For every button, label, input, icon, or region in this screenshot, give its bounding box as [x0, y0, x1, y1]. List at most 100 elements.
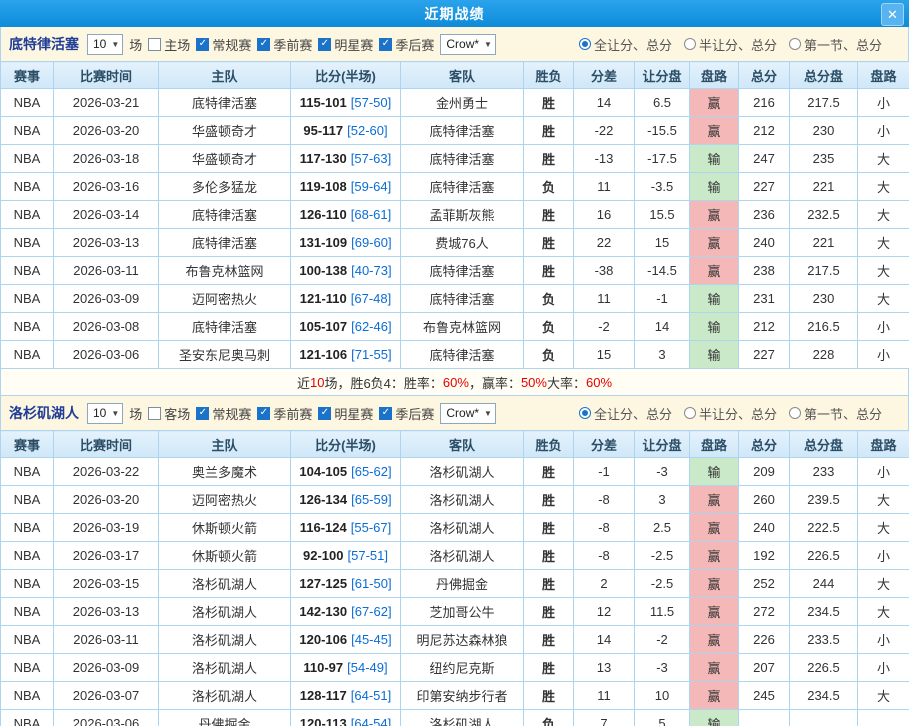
- total-result-cell: 大: [858, 682, 909, 710]
- date-cell: 2026-03-11: [54, 257, 159, 285]
- filter-checkbox-allstar[interactable]: ✓明星赛: [318, 35, 373, 54]
- date-cell: 2026-03-15: [54, 570, 159, 598]
- final-score: 105-107: [299, 319, 347, 334]
- total-result-cell: 小: [858, 313, 909, 341]
- final-score: 95-117: [303, 123, 343, 138]
- home-team-cell: 迈阿密热火: [159, 285, 291, 313]
- handicap-result-cell: 赢: [690, 570, 739, 598]
- home-team-cell: 奥兰多魔术: [159, 458, 291, 486]
- away-team-cell: 洛杉矶湖人: [401, 486, 524, 514]
- handicap-result-cell: 输: [690, 458, 739, 486]
- result-cell: 胜: [524, 654, 574, 682]
- result-cell: 负: [524, 710, 574, 726]
- handicap-cell: 5: [635, 710, 690, 726]
- half-score: [57-63]: [351, 151, 391, 166]
- bookmaker-select[interactable]: Crow*▼: [440, 403, 496, 424]
- result-cell: 胜: [524, 542, 574, 570]
- result-cell: 负: [524, 285, 574, 313]
- column-header: 总分: [739, 431, 790, 458]
- table-row: NBA2026-03-16多伦多猛龙119-108[59-64]底特律活塞负11…: [1, 173, 909, 201]
- total-result-cell: 小: [858, 542, 909, 570]
- score-cell: 110-97[54-49]: [291, 654, 401, 682]
- column-header: 分差: [574, 431, 635, 458]
- filter-checkbox-venue[interactable]: 客场: [148, 404, 190, 423]
- radio-icon: [684, 407, 696, 419]
- league-cell: NBA: [1, 458, 54, 486]
- filter-checkbox-allstar[interactable]: ✓明星赛: [318, 404, 373, 423]
- away-team-cell: 底特律活塞: [401, 341, 524, 369]
- diff-cell: -8: [574, 542, 635, 570]
- radio-half-handicap-total[interactable]: 半让分、总分: [684, 404, 777, 423]
- handicap-result-cell: 赢: [690, 486, 739, 514]
- table-row: NBA2026-03-15洛杉矶湖人127-125[61-50]丹佛掘金胜2-2…: [1, 570, 909, 598]
- radio-half-handicap-total[interactable]: 半让分、总分: [684, 35, 777, 54]
- date-cell: 2026-03-06: [54, 710, 159, 726]
- close-button[interactable]: ✕: [881, 3, 904, 26]
- games-count-suffix: 场: [129, 35, 142, 54]
- final-score: 110-97: [303, 660, 343, 675]
- score-cell: 119-108[59-64]: [291, 173, 401, 201]
- league-cell: NBA: [1, 89, 54, 117]
- radio-first-quarter-total[interactable]: 第一节、总分: [789, 404, 882, 423]
- total-line-cell: 230: [790, 285, 858, 313]
- total-cell: 260: [739, 486, 790, 514]
- score-cell: 128-117[64-51]: [291, 682, 401, 710]
- chevron-down-icon: ▼: [484, 40, 492, 49]
- handicap-cell: -3: [635, 654, 690, 682]
- radio-full-handicap-total[interactable]: 全让分、总分: [579, 35, 672, 54]
- team-name: 底特律活塞: [9, 34, 79, 54]
- table-header-row: 赛事比赛时间主队比分(半场)客队胜负分差让分盘盘路总分总分盘盘路: [1, 431, 909, 458]
- bookmaker-select[interactable]: Crow*▼: [440, 34, 496, 55]
- date-cell: 2026-03-17: [54, 542, 159, 570]
- radio-full-handicap-total[interactable]: 全让分、总分: [579, 404, 672, 423]
- filter-checkbox-regular-season[interactable]: ✓常规赛: [196, 35, 251, 54]
- games-count-select[interactable]: 10▼: [87, 403, 123, 424]
- column-header: 分差: [574, 62, 635, 89]
- checkbox-icon: ✓: [318, 407, 331, 420]
- total-line-cell: 244: [790, 570, 858, 598]
- handicap-cell: -2.5: [635, 570, 690, 598]
- score-cell: 127-125[61-50]: [291, 570, 401, 598]
- home-team-cell: 圣安东尼奥马刺: [159, 341, 291, 369]
- total-cell: 240: [739, 229, 790, 257]
- close-icon: ✕: [887, 8, 898, 21]
- total-line-cell: 226.5: [790, 542, 858, 570]
- games-count-suffix: 场: [129, 404, 142, 423]
- summary-text-segment: 大率：: [547, 373, 586, 392]
- filter-checkbox-preseason[interactable]: ✓季前赛: [257, 404, 312, 423]
- final-score: 120-113: [300, 716, 347, 726]
- half-score: [52-60]: [347, 123, 387, 138]
- handicap-cell: -15.5: [635, 117, 690, 145]
- radio-icon: [789, 38, 801, 50]
- recent-results-table: 赛事比赛时间主队比分(半场)客队胜负分差让分盘盘路总分总分盘盘路NBA2026-…: [0, 61, 909, 369]
- total-line-cell: 235: [790, 145, 858, 173]
- filter-checkbox-preseason[interactable]: ✓季前赛: [257, 35, 312, 54]
- filter-checkbox-playoffs[interactable]: ✓季后赛: [379, 35, 434, 54]
- radio-first-quarter-total[interactable]: 第一节、总分: [789, 35, 882, 54]
- section-home-team: 底特律活塞 10▼ 场主场 ✓常规赛 ✓季前赛 ✓明星赛 ✓季后赛 Crow*▼ 全让分、总分半…: [0, 27, 909, 396]
- handicap-cell: -17.5: [635, 145, 690, 173]
- total-cell: 272: [739, 598, 790, 626]
- summary-text-segment: 60%: [443, 375, 469, 390]
- half-score: [64-54]: [351, 716, 391, 726]
- diff-cell: -2: [574, 313, 635, 341]
- checkbox-label: 季后赛: [395, 35, 434, 54]
- home-team-cell: 底特律活塞: [159, 201, 291, 229]
- away-team-cell: 孟菲斯灰熊: [401, 201, 524, 229]
- stat-mode-radios: 全让分、总分半让分、总分第一节、总分: [579, 404, 900, 423]
- filter-checkbox-regular-season[interactable]: ✓常规赛: [196, 404, 251, 423]
- home-team-cell: 洛杉矶湖人: [159, 570, 291, 598]
- total-result-cell: 大: [858, 598, 909, 626]
- score-cell: 116-124[55-67]: [291, 514, 401, 542]
- filter-checkbox-venue[interactable]: 主场: [148, 35, 190, 54]
- away-team-cell: 洛杉矶湖人: [401, 710, 524, 726]
- games-count-select[interactable]: 10▼: [87, 34, 123, 55]
- date-cell: 2026-03-20: [54, 486, 159, 514]
- score-cell: 105-107[62-46]: [291, 313, 401, 341]
- result-cell: 胜: [524, 145, 574, 173]
- league-cell: NBA: [1, 257, 54, 285]
- home-team-cell: 丹佛掘金: [159, 710, 291, 726]
- final-score: 104-105: [299, 464, 347, 479]
- filter-checkbox-playoffs[interactable]: ✓季后赛: [379, 404, 434, 423]
- away-team-cell: 底特律活塞: [401, 145, 524, 173]
